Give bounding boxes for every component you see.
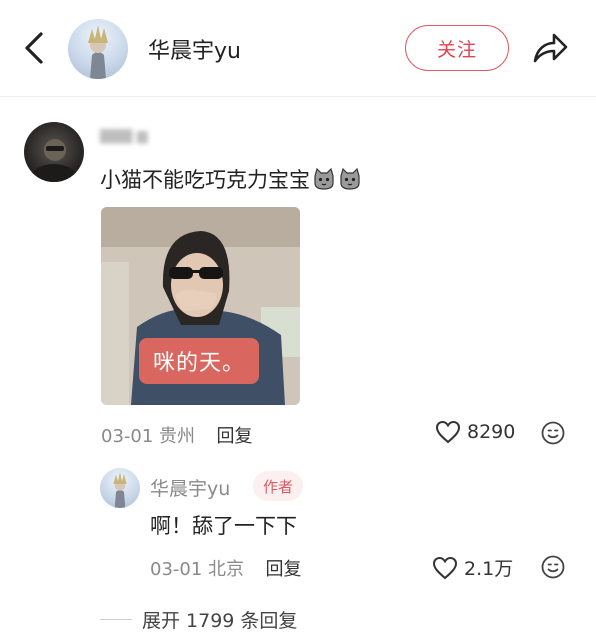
emoji-face-icon[interactable] (540, 420, 566, 446)
reply-date: 03-01 (150, 559, 203, 580)
heart-outline-icon (435, 420, 461, 444)
comment-date: 03-01 (101, 426, 154, 447)
comment-like-button[interactable]: 8290 (435, 420, 515, 444)
commenter-name-blurred[interactable]: ▇▇▇ ▆ (100, 128, 174, 150)
comment-text-content: 小猫不能吃巧克力宝宝 (100, 168, 310, 192)
cat-emoji-icon (314, 167, 334, 190)
emoji-face-icon[interactable] (540, 554, 566, 580)
comment-location: 贵州 (159, 426, 196, 447)
avatar-figure-image (113, 472, 127, 508)
comment-like-count: 8290 (467, 421, 516, 443)
avatar-figure-image (88, 25, 108, 79)
back-button[interactable] (16, 28, 52, 68)
chevron-left-icon (25, 32, 43, 64)
cat-emoji-icon (340, 167, 360, 190)
top-bar: 华晨宇yu 关注 (0, 0, 596, 97)
expand-replies-label: 展开 1799 条回复 (142, 610, 298, 632)
share-button[interactable] (530, 28, 570, 68)
reply-text: 啊！舔了一下下 (150, 514, 297, 538)
reply-meta: 03-01 北京 回复 (150, 555, 302, 581)
share-arrow-icon (533, 33, 568, 63)
author-badge: 作者 (253, 471, 303, 501)
header-username[interactable]: 华晨宇yu (148, 33, 241, 65)
reply-username[interactable]: 华晨宇yu (150, 474, 230, 501)
profile-avatar[interactable] (68, 19, 128, 79)
follow-button[interactable]: 关注 (405, 25, 509, 71)
avatar-person-image (28, 139, 80, 182)
comment-text: 小猫不能吃巧克力宝宝 (100, 164, 362, 194)
reply-reply-button[interactable]: 回复 (266, 559, 302, 580)
sticker-caption: 咪的天。 (139, 338, 259, 384)
heart-outline-icon (432, 556, 458, 579)
expand-divider (100, 619, 132, 620)
reply-avatar[interactable] (100, 468, 140, 508)
expand-replies-button[interactable]: 展开 1799 条回复 (100, 606, 297, 633)
reply-location: 北京 (208, 559, 245, 580)
reply-like-button[interactable]: 2.1万 (432, 554, 513, 581)
reply-like-count: 2.1万 (464, 558, 514, 580)
comment-meta: 03-01 贵州 回复 (101, 422, 253, 448)
comment-reply-button[interactable]: 回复 (217, 426, 253, 447)
commenter-avatar[interactable] (24, 122, 84, 182)
comment-sticker-image[interactable]: 咪的天。 (101, 207, 300, 405)
